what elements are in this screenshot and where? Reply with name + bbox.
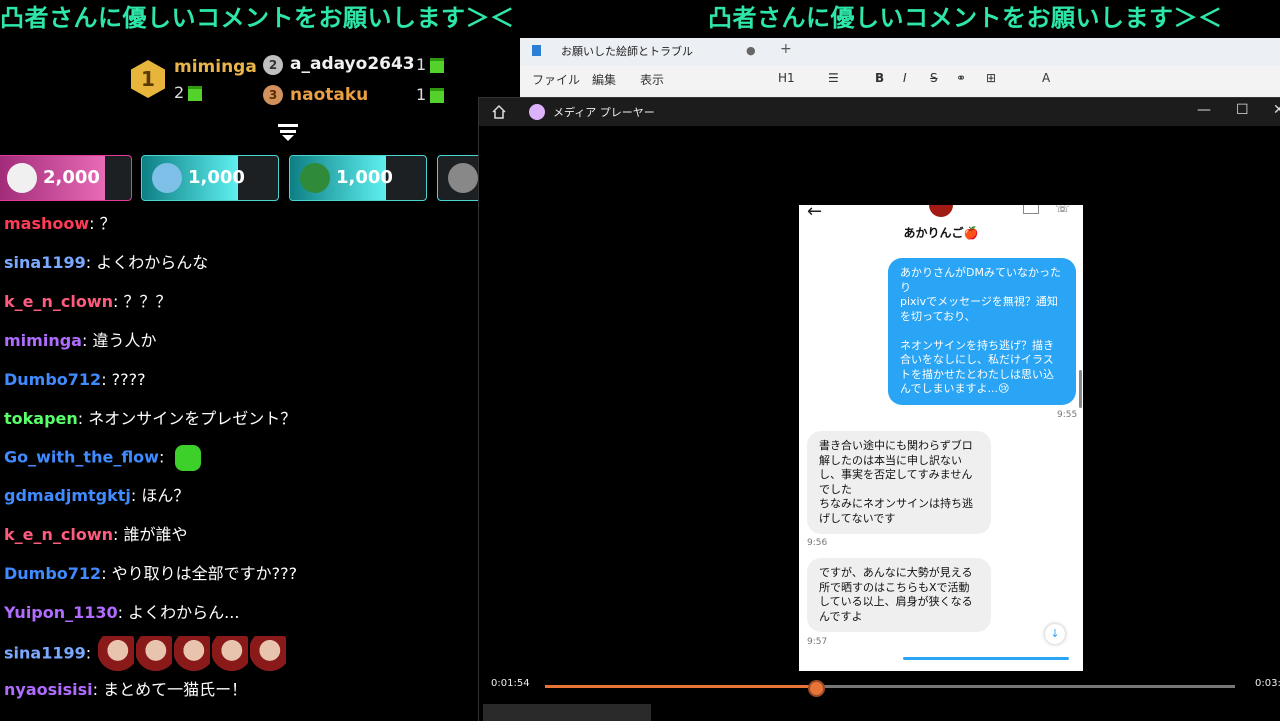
italic-icon[interactable]: I [903,71,907,85]
gift-icon [188,86,203,101]
gift-amount: 1,000 [188,167,245,188]
video-frame: ← ☏ あかりんご🍎 あかりさんがDMみていなかったり pixivでメッセージを… [799,205,1083,671]
emote-icon [250,636,287,672]
leader-2-count: 1 [416,55,445,74]
emote-icon [212,636,249,672]
gift-leaderboard: 1 miminga 2 2 a_adayo2643 1 3 naotaku 1 [0,50,478,110]
chat-message: Go_with_the_flow: [4,445,202,471]
scroll-indicator [1079,370,1082,408]
emote-icon [175,445,202,471]
heading-dropdown[interactable]: H1 [778,71,795,85]
menu-edit[interactable]: 編集 [592,71,616,88]
avatar [448,163,478,193]
chat-message: tokapen: ネオンサインをプレゼント？ [4,409,297,428]
chat-message: Dumbo712: やり取りは全部ですか??? [4,564,298,583]
media-player-window: メディア プレーヤー — ☐ ✕ ← ☏ あかりんご🍎 あかりさんがDMみていな… [478,97,1280,721]
avatar [929,205,953,217]
avatar [152,163,182,193]
gift-icon [430,88,445,103]
rank-3-badge: 3 [263,85,283,105]
filter-icon[interactable] [278,124,298,142]
message-bubble-incoming: ですが、あんなに大勢が見える所で晒すのはこちらもXで活動している以上、肩身が狭く… [807,558,991,632]
controls-bar [483,704,651,721]
rank-1-badge: 1 [131,60,165,98]
rank-2-badge: 2 [263,55,283,75]
menu-view[interactable]: 表示 [640,71,664,88]
camera-icon [1023,205,1039,214]
leader-3-name: naotaku [290,85,369,105]
chat-message: k_e_n_clown: 誰が誰や [4,525,188,544]
unsaved-dot-icon: ● [746,44,756,57]
chat-message: nyaosisisi: まとめて一猫氏ー！ [4,680,248,699]
bold-icon[interactable]: B [875,71,884,85]
message-time: 9:55 [1057,410,1078,420]
contact-name: あかりんご🍎 [903,226,979,240]
leader-3-count: 1 [416,85,445,104]
leader-1-count: 2 [174,83,203,102]
link-icon[interactable]: ⚭ [956,71,966,85]
seek-bar[interactable]: 0:01:54 0:03:0 [479,678,1280,698]
clear-format-icon[interactable]: A [1042,71,1050,85]
message-bubble-outgoing: あかりさんがDMみていなかったり pixivでメッセージを無視？通知を切っており… [888,258,1076,405]
maximize-button[interactable]: ☐ [1236,102,1249,118]
phone-icon: ☏ [1055,205,1071,215]
chat-message: Yuipon_1130: よくわからん... [4,603,240,622]
new-tab-button[interactable]: + [780,41,792,57]
chat-message: Dumbo712: ???? [4,370,146,389]
minimize-button[interactable]: — [1197,102,1211,118]
emote-icon [98,636,135,672]
chat-message: gdmadjmtgktj: ほん？ [4,486,190,505]
current-time: 0:01:54 [491,678,530,689]
home-icon[interactable] [491,104,507,120]
player-title: メディア プレーヤー [553,106,655,119]
media-player-icon [529,104,545,120]
seek-thumb[interactable] [808,680,826,697]
gift-tile[interactable]: 2,000 [0,155,132,201]
message-time: 9:56 [807,538,828,548]
gift-amount: 1,000 [336,167,393,188]
table-icon[interactable]: ⊞ [986,71,996,85]
list-icon[interactable]: ☰ [828,71,839,85]
document-window: お願いした絵師とトラブル ● + ファイル 編集 表示 H1 ☰ B I S ⚭… [520,38,1280,98]
strikethrough-icon[interactable]: S [930,71,938,85]
gift-amount: 2,000 [43,167,100,188]
emote-icon [136,636,173,672]
chat-message: sina1199: よくわからんな [4,253,209,272]
message-time: 9:57 [807,637,828,647]
message-bubble-incoming: 書き合い途中にも関わらずブロ解したのは本当に申し訳ないし、事実を否定してすみませ… [807,431,991,534]
banner-right: 凸者さんに優しいコメントをお願いします＞＜ [708,4,1223,32]
gift-icon [430,58,445,73]
emote-icon [174,636,211,672]
chat-message: k_e_n_clown: ？？？ [4,292,172,311]
total-time: 0:03:0 [1255,678,1280,689]
chat-message: sina1199: [4,636,287,672]
avatar [7,163,37,193]
player-titlebar: メディア プレーヤー — ☐ ✕ [479,98,1280,126]
chat-message: miminga: 違う人か [4,331,157,350]
leader-1-name: miminga [174,57,257,77]
gift-tile[interactable]: 1,000 [289,155,427,201]
chat-message: mashoow: ？ [4,214,116,233]
back-arrow-icon: ← [807,205,823,222]
close-button[interactable]: ✕ [1273,102,1280,118]
doc-tab[interactable]: お願いした絵師とトラブル [532,43,693,59]
gift-tile[interactable]: 1,000 [141,155,279,201]
doc-tab-bar: お願いした絵師とトラブル ● + [520,38,1280,66]
scroll-down-icon: ↓ [1045,624,1065,644]
banner-left: 凸者さんに優しいコメントをお願いします＞＜ [0,4,515,32]
next-bubble-edge [903,657,1069,660]
avatar [300,163,330,193]
gift-tiles: 2,000 1,000 1,000 [0,155,489,201]
leader-2-name: a_adayo2643 [290,54,415,74]
seek-progress [545,685,815,688]
document-icon [532,45,541,56]
seek-track[interactable] [545,680,1235,697]
menu-file[interactable]: ファイル [532,71,580,88]
